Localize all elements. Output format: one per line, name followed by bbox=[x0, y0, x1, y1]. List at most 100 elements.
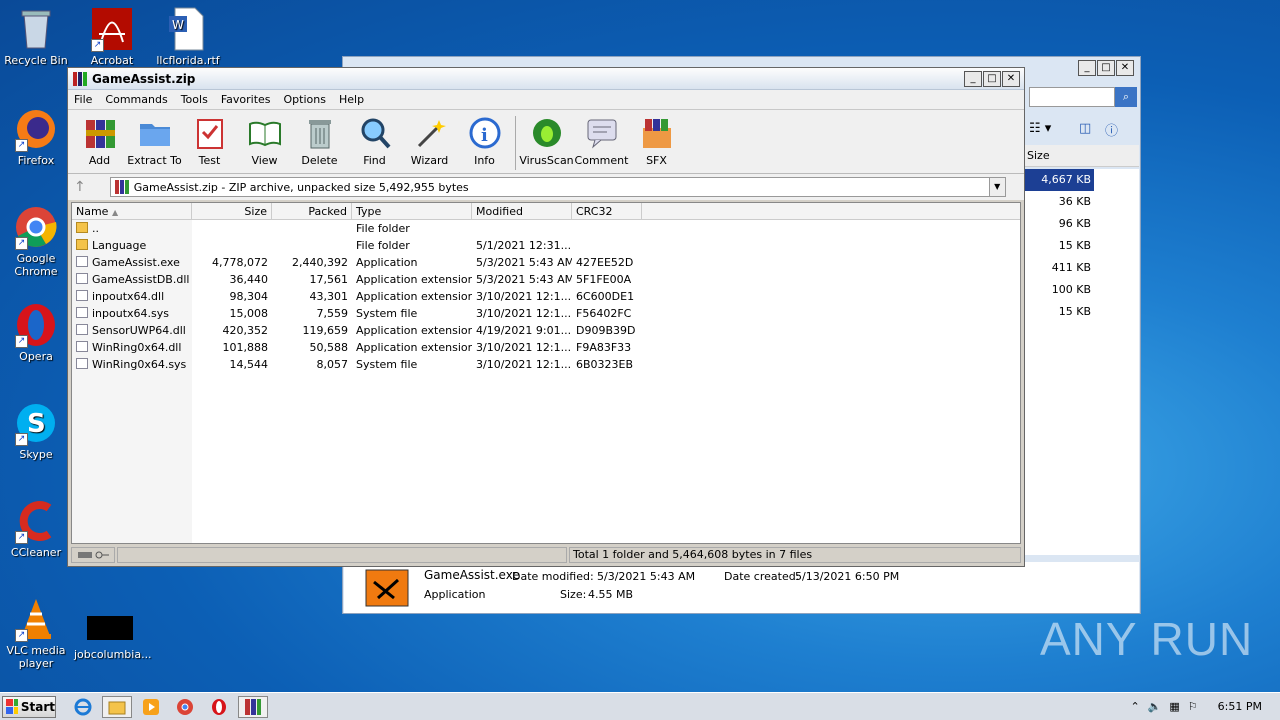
extract-to-button[interactable]: Extract To bbox=[127, 116, 182, 167]
help-icon[interactable]: ⓘ bbox=[1105, 120, 1118, 139]
size-cell: 4,667 KB bbox=[1023, 169, 1094, 191]
close-button[interactable]: ✕ bbox=[1002, 70, 1020, 87]
cell: File folder bbox=[356, 222, 410, 235]
menu-tools[interactable]: Tools bbox=[181, 93, 208, 106]
taskbar-opera-icon[interactable] bbox=[204, 696, 234, 718]
col-type[interactable]: Type bbox=[352, 203, 472, 219]
cell: System file bbox=[356, 307, 418, 320]
info-icon: i bbox=[468, 116, 502, 150]
col-name[interactable]: Name ▲ bbox=[72, 203, 192, 219]
table-row[interactable]: inpoutx64.sys 15,008 7,559 System file 3/10/… bbox=[72, 305, 1020, 322]
find-button[interactable]: Find bbox=[347, 116, 402, 167]
cell: 8,057 bbox=[316, 358, 349, 371]
address-bar: ↑ GameAssist.zip - ZIP archive, unpacked… bbox=[68, 174, 1024, 200]
up-arrow-icon[interactable]: ↑ bbox=[74, 179, 86, 195]
col-packed[interactable]: Packed bbox=[272, 203, 352, 219]
cell: Application extension bbox=[356, 273, 472, 286]
cell: 98,304 bbox=[229, 290, 269, 303]
desktop-opera[interactable]: ↗ Opera bbox=[0, 302, 72, 363]
comment-button[interactable]: Comment bbox=[574, 116, 629, 167]
cell: Application extension bbox=[356, 290, 472, 303]
taskbar-chrome-icon[interactable] bbox=[170, 696, 200, 718]
file-name-cell: WinRing0x64.dll bbox=[72, 341, 192, 354]
menu-favorites[interactable]: Favorites bbox=[221, 93, 271, 106]
table-row[interactable]: GameAssistDB.dll 36,440 17,561 Application … bbox=[72, 271, 1020, 288]
maximize-button[interactable]: □ bbox=[983, 70, 1001, 87]
path-field[interactable]: GameAssist.zip - ZIP archive, unpacked s… bbox=[109, 177, 1006, 197]
table-row[interactable]: inpoutx64.dll 98,304 43,301 Application ext… bbox=[72, 288, 1020, 305]
desktop-jobcolumbia[interactable]: jobcolumbia... bbox=[74, 610, 152, 661]
add-button[interactable]: Add bbox=[72, 116, 127, 167]
info-button[interactable]: i Info bbox=[457, 116, 512, 167]
view-options-icon[interactable]: ☷ ▾ bbox=[1029, 121, 1051, 136]
table-row[interactable]: GameAssist.exe 4,778,072 2,440,392 Applicat… bbox=[72, 254, 1020, 271]
file-name-cell: GameAssistDB.dll bbox=[72, 273, 192, 286]
action-center-flag-icon[interactable]: ⚐ bbox=[1188, 700, 1198, 713]
cell: 7,559 bbox=[316, 307, 349, 320]
winrar-window[interactable]: GameAssist.zip _ □ ✕ File Commands Tools F… bbox=[67, 67, 1025, 567]
taskbar-explorer-icon[interactable] bbox=[102, 695, 132, 718]
cell: Application extension bbox=[356, 341, 472, 354]
delete-button[interactable]: Delete bbox=[292, 116, 347, 167]
network-icon[interactable]: ▦ bbox=[1169, 700, 1179, 713]
minimize-button[interactable]: _ bbox=[1078, 60, 1096, 76]
table-row[interactable]: WinRing0x64.dll 101,888 50,588 Application … bbox=[72, 339, 1020, 356]
search-icon[interactable]: ⌕ bbox=[1115, 87, 1137, 107]
menu-options[interactable]: Options bbox=[284, 93, 326, 106]
table-row[interactable]: Language File folder 5/1/2021 12:31... bbox=[72, 237, 1020, 254]
view-button[interactable]: View bbox=[237, 116, 292, 167]
cell: 5/3/2021 5:43 AM bbox=[476, 273, 572, 286]
file-name-cell: .. bbox=[72, 222, 192, 235]
file-icon bbox=[76, 324, 88, 335]
tray-expand-icon[interactable]: ⌃ bbox=[1130, 700, 1139, 713]
volume-icon[interactable]: 🔈 bbox=[1148, 700, 1162, 713]
col-crc32[interactable]: CRC32 bbox=[572, 203, 642, 219]
minimize-button[interactable]: _ bbox=[964, 70, 982, 87]
clipboard-check-icon bbox=[193, 116, 227, 150]
menu-file[interactable]: File bbox=[74, 93, 92, 106]
file-name-cell: Language bbox=[72, 239, 192, 252]
sfx-box-icon bbox=[640, 116, 674, 150]
table-row[interactable]: .. File folder bbox=[72, 220, 1020, 237]
table-row[interactable]: WinRing0x64.sys 14,544 8,057 System file 3/1… bbox=[72, 356, 1020, 373]
search-box[interactable] bbox=[1029, 87, 1115, 107]
menu-commands[interactable]: Commands bbox=[105, 93, 167, 106]
cell: 427EE52D bbox=[576, 256, 634, 269]
desktop-vlc[interactable]: ↗ VLC media player bbox=[0, 596, 72, 670]
desktop-ccleaner[interactable]: ↗ CCleaner bbox=[0, 498, 72, 559]
col-modified[interactable]: Modified bbox=[472, 203, 572, 219]
clock[interactable]: 6:51 PM bbox=[1218, 700, 1262, 713]
table-row[interactable]: SensorUWP64.dll 420,352 119,659 Application… bbox=[72, 322, 1020, 339]
desktop-firefox[interactable]: ↗ Firefox bbox=[0, 106, 72, 167]
taskbar-winrar-icon[interactable] bbox=[238, 695, 268, 718]
virusscan-button[interactable]: VirusScan bbox=[519, 116, 574, 167]
path-dropdown-icon[interactable]: ▼ bbox=[988, 178, 1005, 196]
winrar-icon bbox=[73, 71, 87, 86]
cell: 3/10/2021 12:1... bbox=[476, 290, 572, 303]
preview-pane-icon[interactable]: ◫ bbox=[1079, 121, 1091, 136]
size-cell: 36 KB bbox=[1058, 195, 1091, 208]
maximize-button[interactable]: □ bbox=[1097, 60, 1115, 76]
test-button[interactable]: Test bbox=[182, 116, 237, 167]
title-bar[interactable]: GameAssist.zip _ □ ✕ bbox=[68, 68, 1024, 90]
cell: 15,008 bbox=[229, 307, 269, 320]
cell: 4/19/2021 9:01... bbox=[476, 324, 572, 337]
sfx-button[interactable]: SFX bbox=[629, 116, 684, 167]
taskbar-media-player-icon[interactable] bbox=[136, 696, 166, 718]
drive-key-icons[interactable] bbox=[71, 547, 115, 563]
desktop-skype[interactable]: S ↗ Skype bbox=[0, 400, 72, 461]
desktop-acrobat[interactable]: ↗ Acrobat bbox=[76, 6, 148, 67]
close-button[interactable]: ✕ bbox=[1116, 60, 1134, 76]
col-size[interactable]: Size bbox=[192, 203, 272, 219]
desktop-llcflorida[interactable]: W llcflorida.rtf bbox=[152, 6, 224, 67]
file-icon bbox=[76, 273, 88, 284]
desktop-recycle-bin[interactable]: Recycle Bin bbox=[0, 6, 72, 67]
word-document-icon: W bbox=[165, 6, 211, 52]
start-button[interactable]: Start bbox=[2, 695, 56, 718]
file-thumbnail-icon bbox=[87, 616, 133, 646]
desktop-chrome[interactable]: ↗ Google Chrome bbox=[0, 204, 72, 278]
menu-help[interactable]: Help bbox=[339, 93, 364, 106]
size-column-header[interactable]: Size bbox=[1023, 145, 1139, 167]
wizard-button[interactable]: Wizard bbox=[402, 116, 457, 167]
taskbar-ie-icon[interactable] bbox=[68, 696, 98, 718]
